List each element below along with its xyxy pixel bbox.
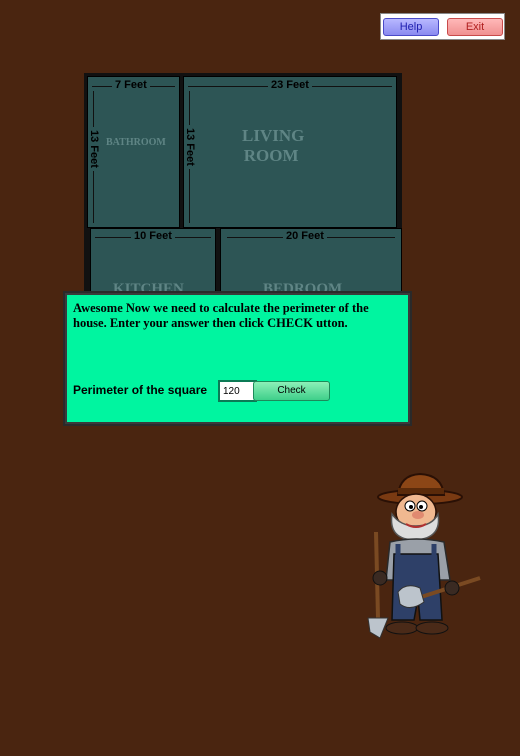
bathroom-width-label: 7 Feet [112,79,150,91]
instruction-text: Awesome Now we need to calculate the per… [73,301,369,330]
kitchen-width-label: 10 Feet [131,230,175,242]
exit-button[interactable]: Exit [447,18,503,36]
check-button[interactable]: Check [253,381,330,401]
help-button[interactable]: Help [383,18,439,36]
bathroom-label: BATHROOM [106,137,166,148]
bathroom-height-label: 13 Feet [88,127,100,171]
room-bathroom: 7 Feet 13 Feet BATHROOM [87,76,180,228]
question-panel: Awesome Now we need to calculate the per… [65,293,410,424]
floor-plan: 7 Feet 13 Feet BATHROOM 23 Feet 13 Feet … [84,73,402,305]
top-toolbar: Help Exit [380,13,505,40]
living-width-label: 23 Feet [268,79,312,91]
prospector-character-icon [367,472,481,639]
bedroom-width-label: 20 Feet [283,230,327,242]
perimeter-label: Perimeter of the square [73,383,208,397]
living-height-label: 13 Feet [184,125,196,169]
room-living: 23 Feet 13 Feet LIVING ROOM [183,76,397,228]
living-room-label: LIVING ROOM [242,126,305,165]
perimeter-input[interactable] [218,380,257,402]
